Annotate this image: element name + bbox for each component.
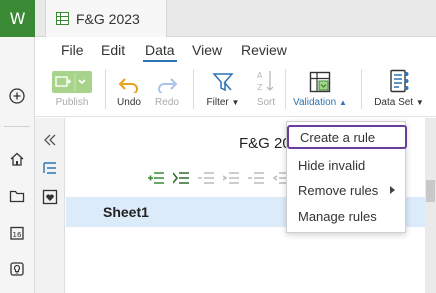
menu-item-remove-rules[interactable]: Remove rules	[287, 178, 405, 202]
undo-button[interactable]: Undo	[115, 65, 143, 115]
ribbon-divider	[105, 69, 106, 109]
undo-icon	[118, 78, 138, 93]
validation-dropdown-menu: Create a rule Hide invalid Remove rules …	[286, 121, 407, 233]
side-panel-strip	[35, 118, 65, 293]
bulb-icon[interactable]	[7, 259, 27, 279]
validation-button[interactable]: Validation ▲	[290, 65, 350, 115]
folder-icon[interactable]	[7, 186, 27, 206]
scrollbar-thumb[interactable]	[426, 180, 435, 202]
filter-label: Filter ▼	[207, 97, 240, 108]
publish-label: Publish	[55, 97, 89, 108]
validation-label-text: Validation	[293, 97, 337, 108]
filter-button[interactable]: Filter ▼	[203, 65, 243, 115]
collapse-left-icon[interactable]	[42, 132, 58, 148]
tab-bar: F&G 2023	[35, 0, 436, 37]
filter-label-text: Filter	[206, 97, 229, 108]
vertical-scrollbar[interactable]	[425, 118, 436, 293]
menu-bar: File Edit Data View Review	[35, 37, 436, 65]
ribbon-divider	[361, 69, 362, 109]
outdent-icon[interactable]	[223, 171, 240, 185]
tree-list-icon[interactable]	[42, 160, 58, 176]
ribbon-divider	[285, 69, 286, 109]
dataset-button[interactable]: Data Set ▼	[371, 65, 427, 115]
menu-view[interactable]: View	[192, 42, 222, 58]
menu-review[interactable]: Review	[241, 42, 287, 58]
chevron-down-icon: ▼	[231, 98, 240, 107]
filter-icon	[212, 73, 234, 92]
dataset-label-text: Data Set	[374, 97, 414, 108]
publish-icon	[52, 71, 92, 93]
redo-label: Redo	[155, 97, 179, 108]
redo-icon	[158, 78, 178, 93]
outline-toolbar	[148, 171, 290, 185]
menu-item-label: Create a rule	[300, 129, 376, 145]
ribbon-divider	[193, 69, 194, 109]
app-rail: W 16	[0, 0, 35, 293]
chevron-up-icon: ▲	[339, 98, 347, 107]
collapse-icon[interactable]	[248, 171, 265, 185]
plus-circle-icon[interactable]	[7, 86, 27, 106]
sheet-row-label: Sheet1	[103, 204, 149, 220]
redo-button[interactable]: Redo	[153, 65, 181, 115]
app-logo[interactable]: W	[0, 0, 35, 37]
rail-divider	[4, 126, 30, 127]
expand-icon[interactable]	[173, 171, 190, 185]
tab-title: F&G 2023	[76, 10, 140, 27]
menu-item-label: Remove rules	[298, 182, 379, 198]
calendar-icon[interactable]: 16	[7, 223, 27, 243]
app-logo-letter: W	[9, 9, 26, 28]
menu-item-label: Manage rules	[298, 208, 377, 224]
sort-button[interactable]: AZ Sort	[253, 65, 279, 115]
validation-label: Validation ▲	[293, 97, 347, 108]
menu-edit[interactable]: Edit	[101, 42, 125, 58]
spreadsheet-icon	[56, 12, 69, 25]
sort-label: Sort	[256, 97, 276, 108]
sort-icon: AZ	[257, 71, 274, 92]
ribbon-toolbar: Publish Undo Redo Filter ▼ AZ Sort Valid…	[35, 65, 436, 117]
svg-text:A: A	[257, 71, 263, 80]
publish-button[interactable]: Publish	[51, 65, 93, 115]
menu-item-create-rule[interactable]: Create a rule	[287, 125, 407, 149]
undo-label: Undo	[117, 97, 141, 108]
tab-document[interactable]: F&G 2023	[45, 0, 167, 37]
expand-all-icon[interactable]	[148, 171, 165, 185]
svg-text:Z: Z	[257, 83, 263, 92]
menu-item-hide-invalid[interactable]: Hide invalid	[287, 153, 405, 177]
menu-file[interactable]: File	[61, 42, 84, 58]
favorite-sheet-icon[interactable]	[42, 189, 58, 205]
menu-item-manage-rules[interactable]: Manage rules	[287, 204, 405, 228]
dataset-label: Data Set ▼	[374, 97, 424, 108]
dataset-icon	[390, 69, 409, 93]
menu-item-label: Hide invalid	[298, 157, 366, 173]
menu-data[interactable]: Data	[143, 42, 177, 62]
indent-icon[interactable]	[198, 171, 215, 185]
validation-icon	[309, 71, 331, 93]
chevron-down-icon: ▼	[415, 98, 424, 107]
home-icon[interactable]	[7, 149, 27, 169]
svg-text:16: 16	[13, 231, 22, 239]
chevron-right-icon	[390, 186, 395, 194]
